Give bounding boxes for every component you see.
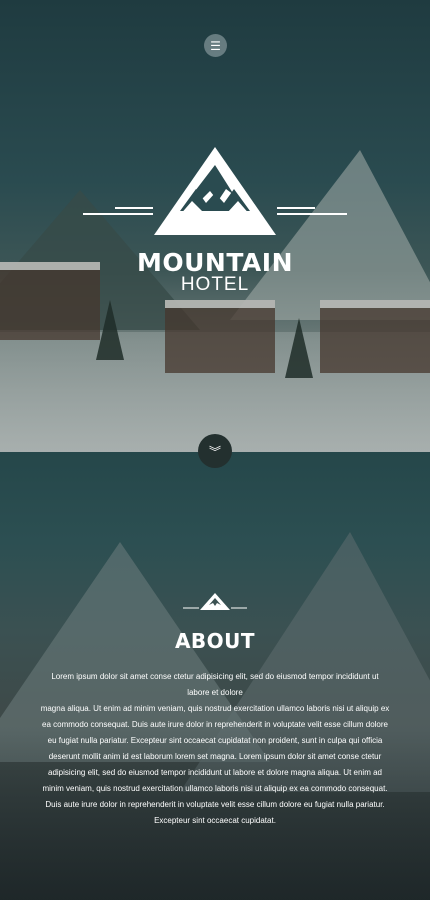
- mountain-logo-icon: [154, 147, 276, 235]
- brand-title: MOUNTAIN: [136, 248, 294, 277]
- background-tree: [285, 318, 313, 378]
- logo-line-left: [83, 213, 153, 215]
- brand-logo: [0, 145, 430, 245]
- logo-line-right-short: [277, 207, 315, 209]
- about-section: ABOUT Lorem ipsum dolor sit amet conse c…: [0, 452, 430, 900]
- background-tree: [96, 300, 124, 360]
- hero-section: ☰ MOUNTAIN HOTEL: [0, 0, 430, 452]
- menu-button[interactable]: ☰: [204, 34, 227, 57]
- chevron-double-down-icon: ︾: [208, 444, 221, 459]
- background-chalet: [320, 300, 430, 373]
- brand-subtitle: HOTEL: [180, 274, 250, 295]
- logo-line-right: [277, 213, 347, 215]
- background-chalet: [165, 300, 275, 373]
- about-title: ABOUT: [174, 629, 256, 653]
- mountain-small-icon: [183, 593, 247, 610]
- about-paragraph: Lorem ipsum dolor sit amet conse ctetur …: [51, 672, 379, 697]
- about-text: Lorem ipsum dolor sit amet conse ctetur …: [40, 669, 390, 829]
- about-paragraph: magna aliqua. Ut enim ad minim veniam, q…: [40, 704, 390, 825]
- scroll-down-button[interactable]: ︾: [198, 434, 232, 468]
- logo-line-left-short: [115, 207, 153, 209]
- hamburger-icon: ☰: [210, 38, 221, 53]
